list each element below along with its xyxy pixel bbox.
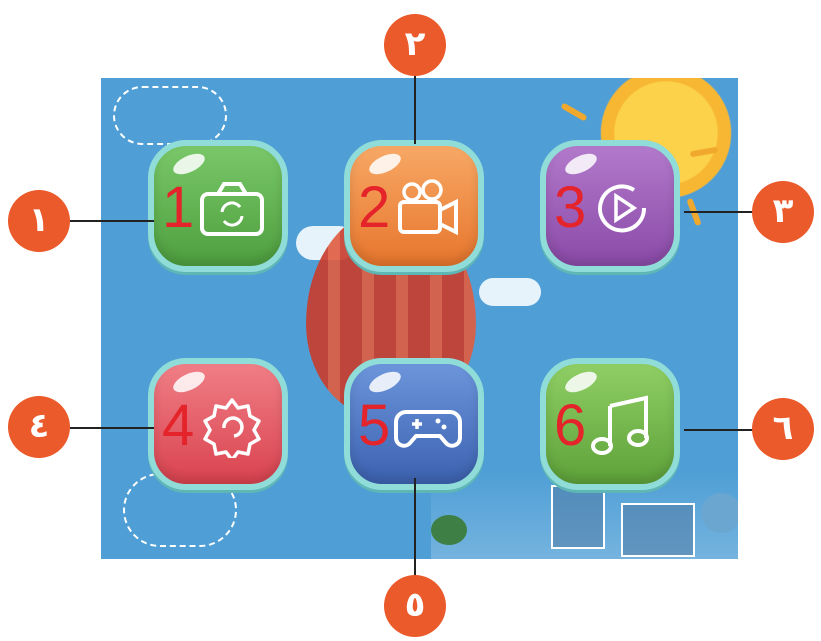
music-tile[interactable]: 6 (540, 358, 680, 490)
leader-line-6 (684, 429, 756, 431)
gamepad-icon (394, 410, 462, 448)
settings-tile[interactable]: 4 (148, 358, 288, 490)
tile-number: 3 (554, 175, 587, 240)
games-tile[interactable]: 5 (344, 358, 484, 490)
camera-icon (200, 182, 264, 236)
tree-decoration (701, 493, 738, 533)
house-decoration (551, 485, 605, 549)
leader-line-2 (414, 76, 416, 144)
camera-tile[interactable]: 1 (148, 140, 288, 272)
home-screen: 1 2 3 4 5 6 (101, 78, 738, 559)
leader-line-4 (70, 427, 154, 429)
playback-icon (598, 184, 647, 233)
callout-6: ٦ (752, 398, 814, 460)
callout-5: ٥ (384, 575, 446, 637)
tile-number: 2 (358, 175, 391, 240)
video-camera-icon (398, 179, 458, 236)
callout-3: ٣ (752, 181, 814, 243)
callout-2: ٢ (384, 14, 446, 76)
leader-line-5 (414, 478, 416, 576)
callout-4: ٤ (8, 396, 70, 458)
playback-tile[interactable]: 3 (540, 140, 680, 272)
leader-line-1 (70, 220, 154, 222)
music-note-icon (591, 395, 649, 455)
cloud-decoration (479, 278, 541, 306)
gear-icon (203, 398, 261, 458)
tile-number: 4 (162, 393, 195, 458)
callout-1: ١ (8, 190, 70, 252)
leader-line-3 (684, 211, 756, 213)
tile-number: 6 (554, 393, 587, 458)
house-decoration (621, 503, 695, 557)
cloud-decoration (113, 86, 227, 145)
tile-number: 1 (162, 175, 195, 240)
video-tile[interactable]: 2 (344, 140, 484, 272)
tree-decoration (431, 515, 467, 545)
tile-number: 5 (358, 393, 391, 458)
